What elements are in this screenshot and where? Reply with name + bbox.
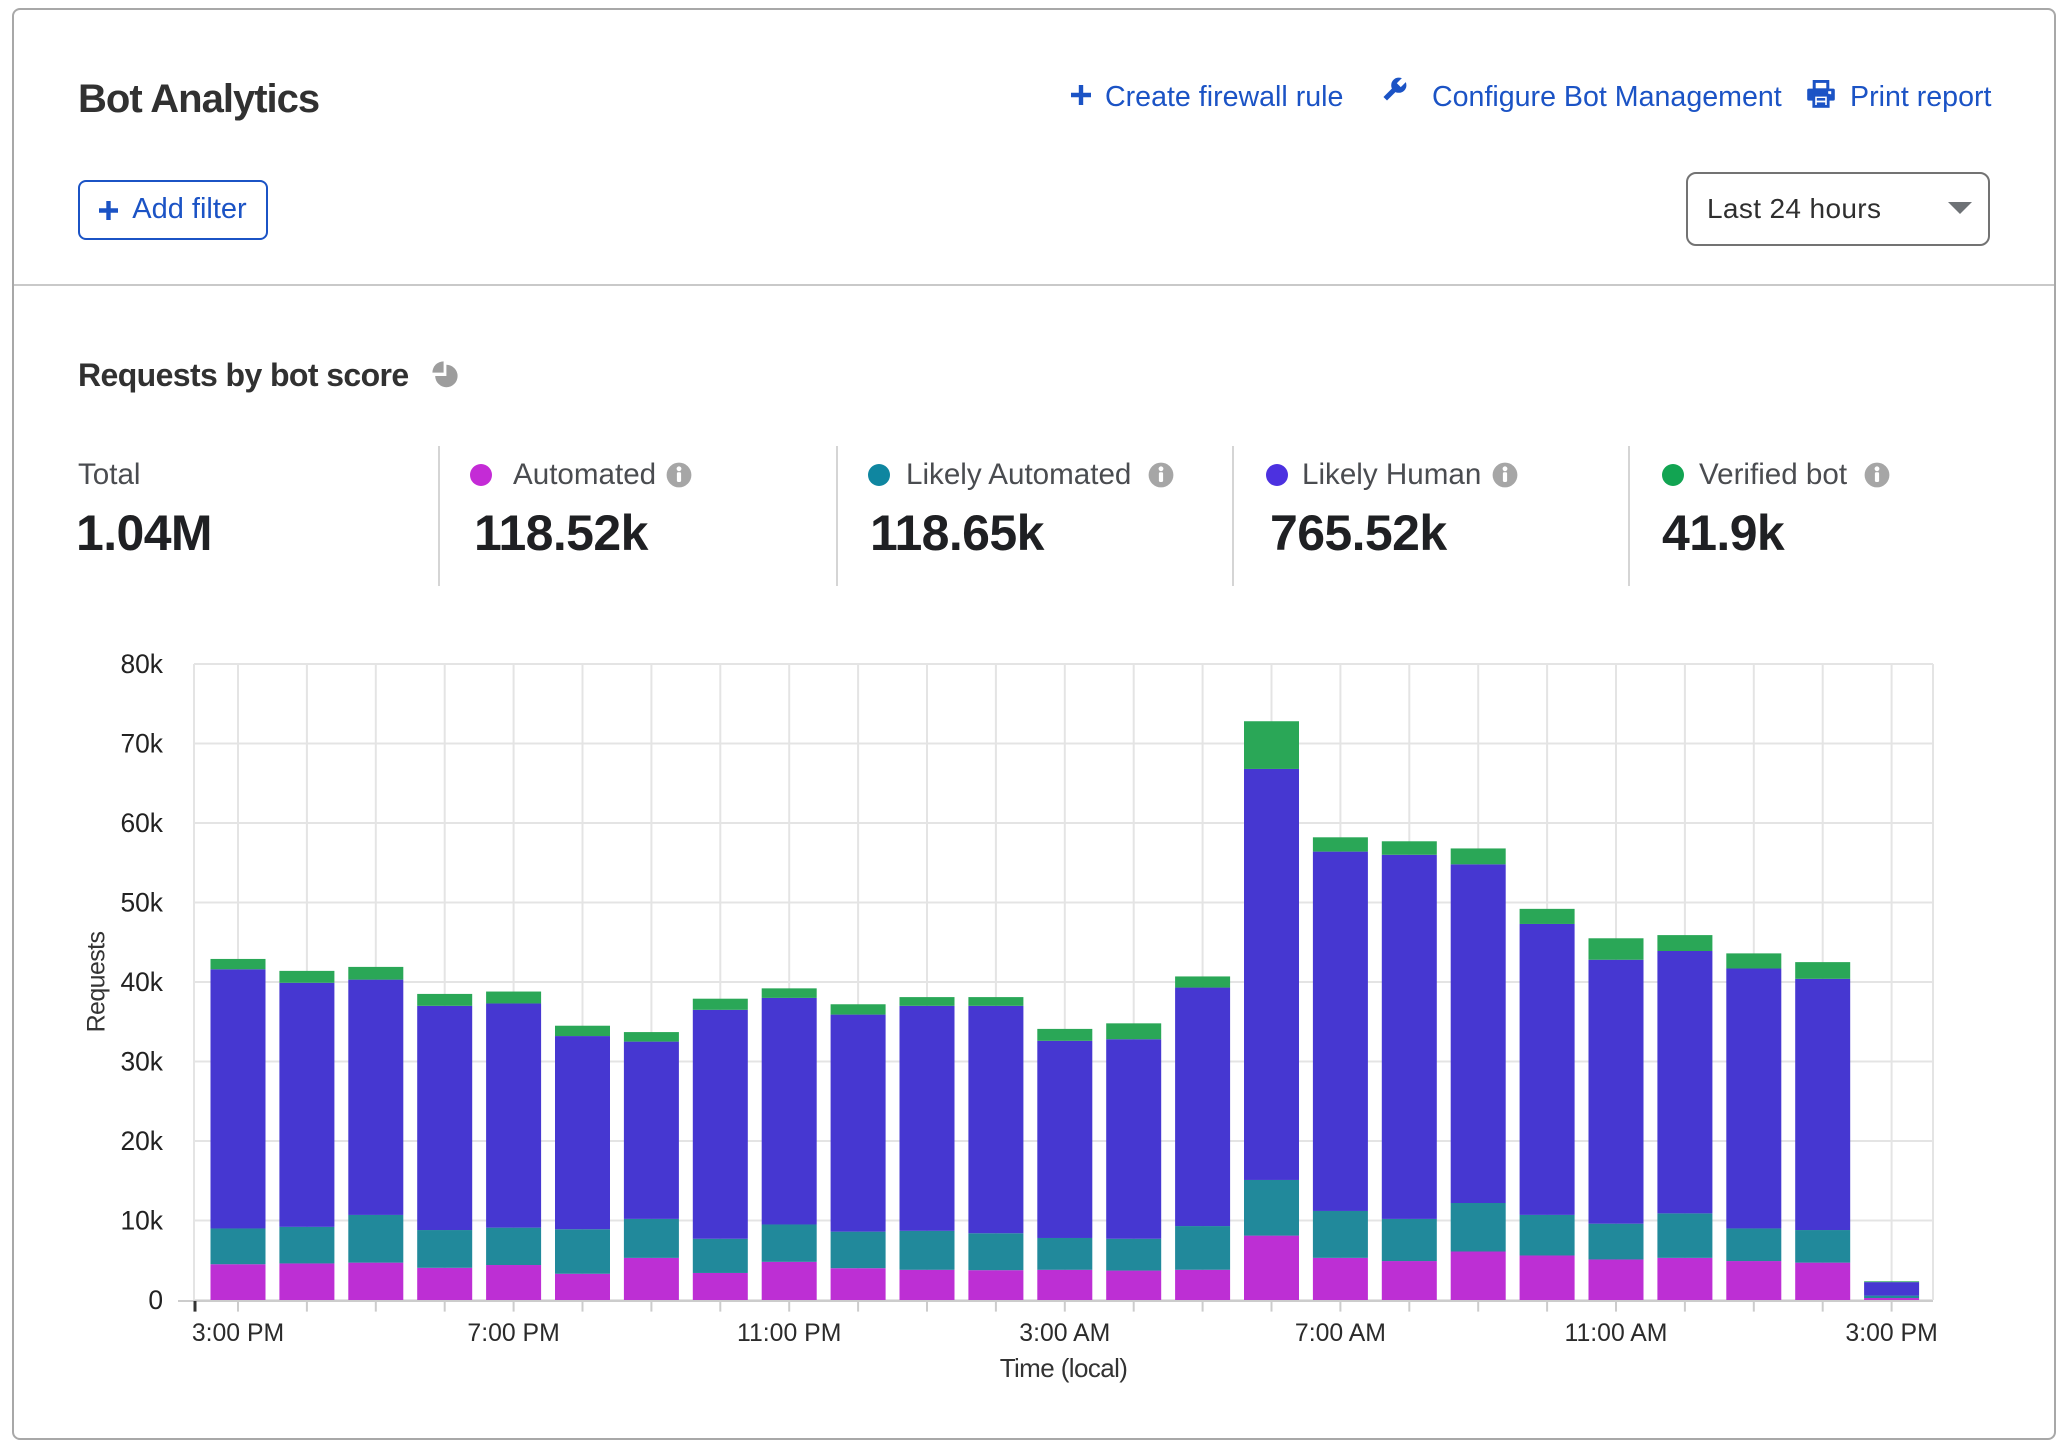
svg-text:Requests: Requests	[83, 931, 111, 1032]
svg-text:3:00 PM: 3:00 PM	[192, 1320, 284, 1347]
svg-text:11:00 AM: 11:00 AM	[1565, 1320, 1668, 1347]
svg-text:60k: 60k	[120, 808, 163, 838]
svg-text:10k: 10k	[120, 1206, 163, 1236]
svg-text:70k: 70k	[120, 729, 163, 759]
svg-text:50k: 50k	[120, 888, 163, 918]
svg-text:7:00 AM: 7:00 AM	[1295, 1320, 1386, 1347]
svg-text:0: 0	[148, 1285, 163, 1315]
svg-text:7:00 PM: 7:00 PM	[467, 1320, 559, 1347]
svg-text:80k: 80k	[120, 649, 163, 679]
svg-text:40k: 40k	[120, 967, 163, 997]
svg-text:11:00 PM: 11:00 PM	[737, 1320, 841, 1347]
svg-text:3:00 AM: 3:00 AM	[1019, 1320, 1110, 1347]
svg-text:3:00 PM: 3:00 PM	[1845, 1320, 1937, 1347]
svg-text:30k: 30k	[120, 1047, 163, 1077]
svg-text:Time (local): Time (local)	[1000, 1353, 1128, 1383]
svg-text:20k: 20k	[120, 1126, 163, 1156]
